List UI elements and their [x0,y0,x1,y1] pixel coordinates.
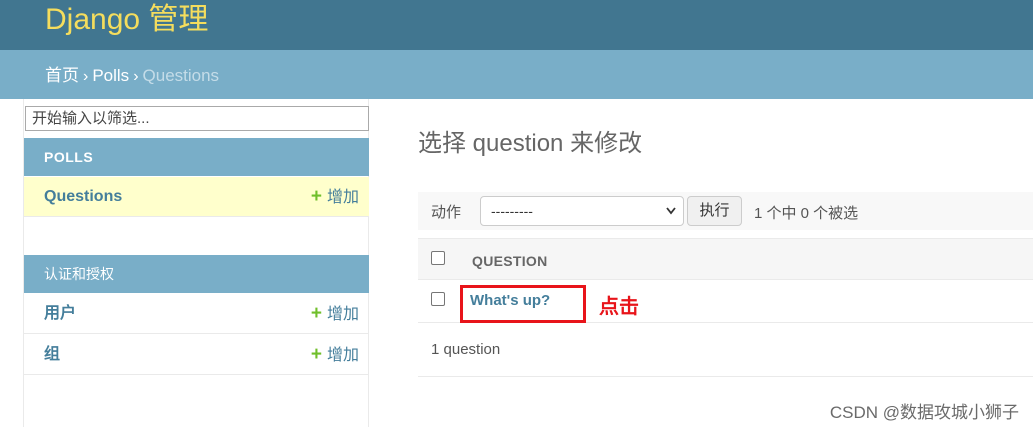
paginator-count: 1 question [431,341,501,358]
add-label: 增加 [326,347,359,364]
watermark: CSDN @数据攻城小狮子 [829,403,1019,422]
run-action-button[interactable]: 执行 [687,196,742,226]
add-question-button[interactable]: + 增加 [311,177,359,218]
breadcrumb-separator: › [133,68,139,85]
question-link[interactable]: What's up? [470,292,550,309]
breadcrumb: 首页 › Polls › Questions [0,50,1033,99]
module-caption-auth[interactable]: 认证和授权 [24,255,369,293]
sidebar-link-questions[interactable]: Questions [44,188,122,205]
add-label: 增加 [326,306,359,323]
action-counter: 1 个中 0 个被选 [754,205,859,222]
plus-icon: + [310,303,322,324]
action-select-value: --------- [491,203,533,219]
column-header-question[interactable]: QUESTION [472,253,548,269]
table-header: QUESTION [418,238,1033,280]
site-name[interactable]: Django 管理 [45,0,208,40]
breadcrumb-home[interactable]: 首页 [45,66,79,85]
action-select[interactable]: --------- [480,196,684,226]
plus-icon: + [310,344,322,365]
breadcrumb-separator: › [83,68,89,85]
actions-bar: 动作 --------- 执行 1 个中 0 个被选 [418,192,1033,230]
sidebar-link-users[interactable]: 用户 [44,305,76,322]
nav-sidebar: POLLS Questions +增加 认证和授权 用户 +增加 组 +增加 [23,99,369,427]
sidebar-item-users: 用户 + 增加 [24,294,369,334]
header: Django 管理 [0,0,1033,50]
add-label: 增加 [326,189,359,206]
page-title: 选择 question 来修改 [418,130,643,157]
annotation-click-note: 点击 [599,296,639,318]
row-checkbox[interactable] [431,292,445,306]
breadcrumb-polls[interactable]: Polls [92,66,129,85]
paginator: 1 question [418,325,1033,377]
add-user-button[interactable]: + 增加 [311,294,359,335]
module-caption-polls[interactable]: POLLS [24,138,369,176]
breadcrumb-current: Questions [142,66,220,85]
nav-filter-input[interactable] [25,106,369,131]
plus-icon: + [310,186,322,207]
chevron-down-icon [665,197,677,235]
sidebar-item-questions: Questions + 增加 [24,177,369,217]
sidebar-link-groups[interactable]: 组 [44,346,60,363]
add-group-button[interactable]: + 增加 [311,335,359,376]
table-row: What's up? 点击 [418,280,1033,323]
actions-label: 动作 [431,204,462,221]
select-all-checkbox[interactable] [431,251,445,265]
sidebar-item-groups: 组 + 增加 [24,335,369,375]
